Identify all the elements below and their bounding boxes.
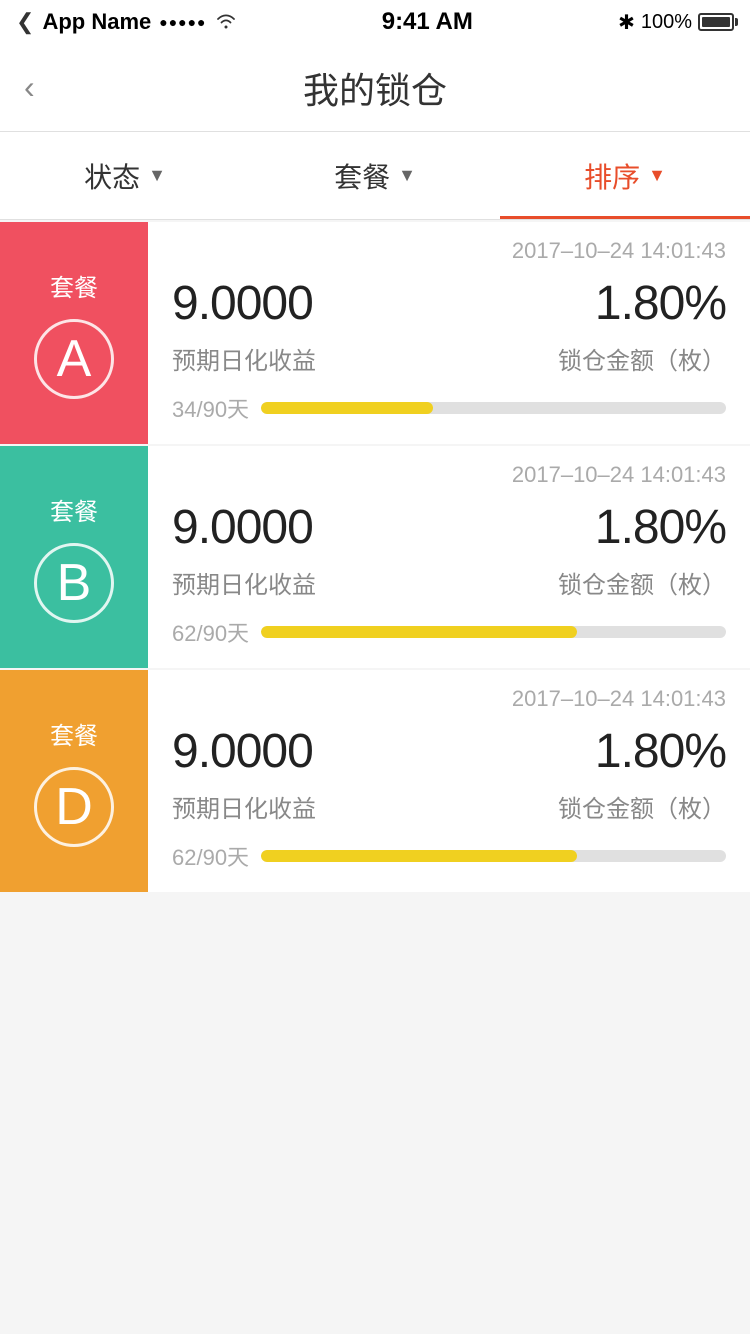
card-d-badge-letter: D	[55, 777, 93, 837]
card-d-labels: 预期日化收益 锁仓金额（枚）	[172, 789, 726, 824]
filter-status-label: 状态	[84, 156, 140, 196]
back-chevron-icon: ❮	[16, 9, 34, 35]
wifi-icon	[215, 9, 237, 35]
card-b-progress-bg	[261, 626, 726, 638]
status-right: ✱ 100%	[618, 10, 734, 35]
card-a-progress-bg	[261, 402, 726, 414]
card-d-progress-row: 62/90天	[172, 840, 726, 872]
card-a-days: 34/90天	[172, 392, 249, 424]
card-d-progress-bg	[261, 850, 726, 862]
card-a-labels: 预期日化收益 锁仓金额（枚）	[172, 341, 726, 376]
card-a-timestamp: 2017–10–24 14:01:43	[172, 238, 726, 264]
status-bar: ❮ App Name ●●●●● 9:41 AM ✱ 100%	[0, 0, 750, 44]
card-a-label-right: 锁仓金额（枚）	[558, 341, 726, 376]
card-b-value-right: 1.80%	[595, 500, 726, 555]
page-title: 我的锁仓	[303, 62, 447, 114]
signal-icon: ●●●●●	[159, 14, 206, 30]
card-d-value-left: 9.0000	[172, 724, 313, 779]
card-d-content: 2017–10–24 14:01:43 9.0000 1.80% 预期日化收益 …	[148, 670, 750, 892]
back-button[interactable]: ‹	[24, 69, 35, 106]
card-b[interactable]: 套餐 B 2017–10–24 14:01:43 9.0000 1.80% 预期…	[0, 446, 750, 668]
card-d-days: 62/90天	[172, 840, 249, 872]
battery-percent: 100%	[641, 11, 692, 34]
nav-bar: ‹ 我的锁仓	[0, 44, 750, 132]
card-d-progress-fill	[261, 850, 577, 862]
card-d-badge: 套餐 D	[0, 670, 148, 892]
card-d-timestamp: 2017–10–24 14:01:43	[172, 686, 726, 712]
filter-status-arrow: ▼	[148, 165, 166, 186]
card-b-value-left: 9.0000	[172, 500, 313, 555]
card-a-badge: 套餐 A	[0, 222, 148, 444]
card-d-values: 9.0000 1.80%	[172, 724, 726, 779]
card-a-value-left: 9.0000	[172, 276, 313, 331]
card-a-badge-label: 套餐	[50, 268, 98, 303]
card-a-label-left: 预期日化收益	[172, 341, 316, 376]
card-a-progress-fill	[261, 402, 433, 414]
card-a-badge-circle: A	[34, 319, 114, 399]
app-name-label: App Name	[42, 9, 151, 35]
card-b-label-left: 预期日化收益	[172, 565, 316, 600]
filter-package-arrow: ▼	[398, 165, 416, 186]
card-a[interactable]: 套餐 A 2017–10–24 14:01:43 9.0000 1.80% 预期…	[0, 222, 750, 444]
filter-package[interactable]: 套餐 ▼	[250, 132, 500, 219]
card-b-values: 9.0000 1.80%	[172, 500, 726, 555]
card-b-progress-row: 62/90天	[172, 616, 726, 648]
cards-list: 套餐 A 2017–10–24 14:01:43 9.0000 1.80% 预期…	[0, 222, 750, 892]
card-b-badge-circle: B	[34, 543, 114, 623]
card-b-progress-fill	[261, 626, 577, 638]
filter-package-label: 套餐	[334, 156, 390, 196]
card-d[interactable]: 套餐 D 2017–10–24 14:01:43 9.0000 1.80% 预期…	[0, 670, 750, 892]
filter-status[interactable]: 状态 ▼	[0, 132, 250, 219]
card-d-label-left: 预期日化收益	[172, 789, 316, 824]
card-a-value-right: 1.80%	[595, 276, 726, 331]
card-b-labels: 预期日化收益 锁仓金额（枚）	[172, 565, 726, 600]
card-b-days: 62/90天	[172, 616, 249, 648]
card-b-content: 2017–10–24 14:01:43 9.0000 1.80% 预期日化收益 …	[148, 446, 750, 668]
card-b-badge-letter: B	[57, 553, 92, 613]
card-d-badge-label: 套餐	[50, 716, 98, 751]
card-d-value-right: 1.80%	[595, 724, 726, 779]
battery-icon	[698, 13, 734, 31]
card-d-badge-circle: D	[34, 767, 114, 847]
card-b-label-right: 锁仓金额（枚）	[558, 565, 726, 600]
card-b-timestamp: 2017–10–24 14:01:43	[172, 462, 726, 488]
filter-bar: 状态 ▼ 套餐 ▼ 排序 ▼	[0, 132, 750, 220]
filter-sort-label: 排序	[584, 156, 640, 196]
card-b-badge-label: 套餐	[50, 492, 98, 527]
filter-sort[interactable]: 排序 ▼	[500, 132, 750, 219]
card-a-values: 9.0000 1.80%	[172, 276, 726, 331]
filter-sort-arrow: ▼	[648, 165, 666, 186]
card-a-badge-letter: A	[57, 329, 92, 389]
status-time: 9:41 AM	[382, 8, 473, 36]
bluetooth-icon: ✱	[618, 10, 635, 35]
status-left: ❮ App Name ●●●●●	[16, 9, 237, 35]
card-b-badge: 套餐 B	[0, 446, 148, 668]
card-a-progress-row: 34/90天	[172, 392, 726, 424]
card-a-content: 2017–10–24 14:01:43 9.0000 1.80% 预期日化收益 …	[148, 222, 750, 444]
card-d-label-right: 锁仓金额（枚）	[558, 789, 726, 824]
